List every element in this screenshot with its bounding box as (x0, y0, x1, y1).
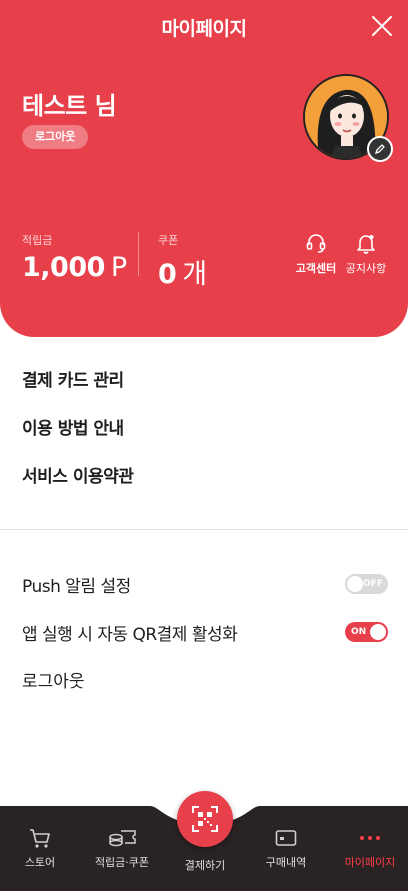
edit-pencil-icon[interactable] (367, 136, 393, 162)
menu-card-management[interactable]: 결제 카드 관리 (22, 366, 124, 391)
nav-store[interactable]: 스토어 (0, 826, 80, 870)
logout-pill-button[interactable]: 로그아웃 (22, 125, 89, 149)
card-icon (275, 830, 297, 846)
nav-store-label: 스토어 (24, 856, 56, 869)
menu-usage-guide[interactable]: 이용 방법 안내 (22, 414, 124, 439)
cart-icon (30, 829, 50, 848)
nav-purchase-history-label: 구매내역 (265, 856, 307, 869)
notice-button[interactable]: 공지사항 (336, 232, 396, 276)
coupons-value[interactable]: 0개 (158, 252, 207, 291)
profile-header: 마이페이지 테스트 님 로그아웃 적립금 1,000 P 쿠폰 0 개 고객센터… (0, 0, 408, 337)
push-toggle[interactable]: OFF (345, 574, 388, 594)
close-icon[interactable] (370, 14, 394, 38)
nav-points-coupons[interactable]: 적립금·쿠폰 (82, 826, 162, 870)
avatar[interactable] (303, 74, 393, 162)
bell-icon (357, 235, 375, 254)
nav-points-coupons-label: 적립금·쿠폰 (94, 856, 150, 869)
toggle-knob (347, 576, 363, 592)
toggle-state: ON (351, 627, 367, 637)
pay-qr-button[interactable] (177, 791, 233, 847)
coupons-unit: 개 (182, 259, 207, 290)
logout-button[interactable]: 로그아웃 (22, 667, 85, 692)
coins-icon (109, 830, 136, 847)
toggle-state: OFF (363, 579, 383, 589)
coupons-label: 쿠폰 (158, 234, 179, 247)
nav-my-page[interactable]: 마이페이지 (330, 826, 408, 870)
nav-my-page-label: 마이페이지 (344, 856, 396, 869)
page-title: 마이페이지 (161, 18, 247, 40)
menu-terms-of-service[interactable]: 서비스 이용약관 (22, 462, 134, 487)
auto-qr-setting-label: 앱 실행 시 자동 QR결제 활성화 (22, 625, 238, 645)
nav-pay-label: 결제하기 (184, 859, 226, 872)
more-dots-icon (360, 836, 380, 840)
push-setting-label: Push 알림 설정 (22, 577, 131, 597)
points-amount: 1,000 (22, 252, 105, 283)
username: 테스트 님 (22, 92, 117, 120)
section-divider (0, 529, 408, 530)
points-label: 적립금 (22, 234, 53, 247)
headset-icon (306, 234, 326, 253)
points-unit: P (110, 252, 127, 283)
points-value[interactable]: 1,000 P (22, 252, 127, 283)
notice-label: 공지사항 (345, 262, 387, 275)
auto-qr-toggle[interactable]: ON (345, 622, 388, 642)
toggle-knob (370, 624, 386, 640)
qr-scan-icon (192, 806, 218, 832)
nav-purchase-history[interactable]: 구매내역 (246, 826, 326, 870)
coupons-amount: 0 (158, 259, 177, 290)
stats-divider (138, 232, 139, 276)
